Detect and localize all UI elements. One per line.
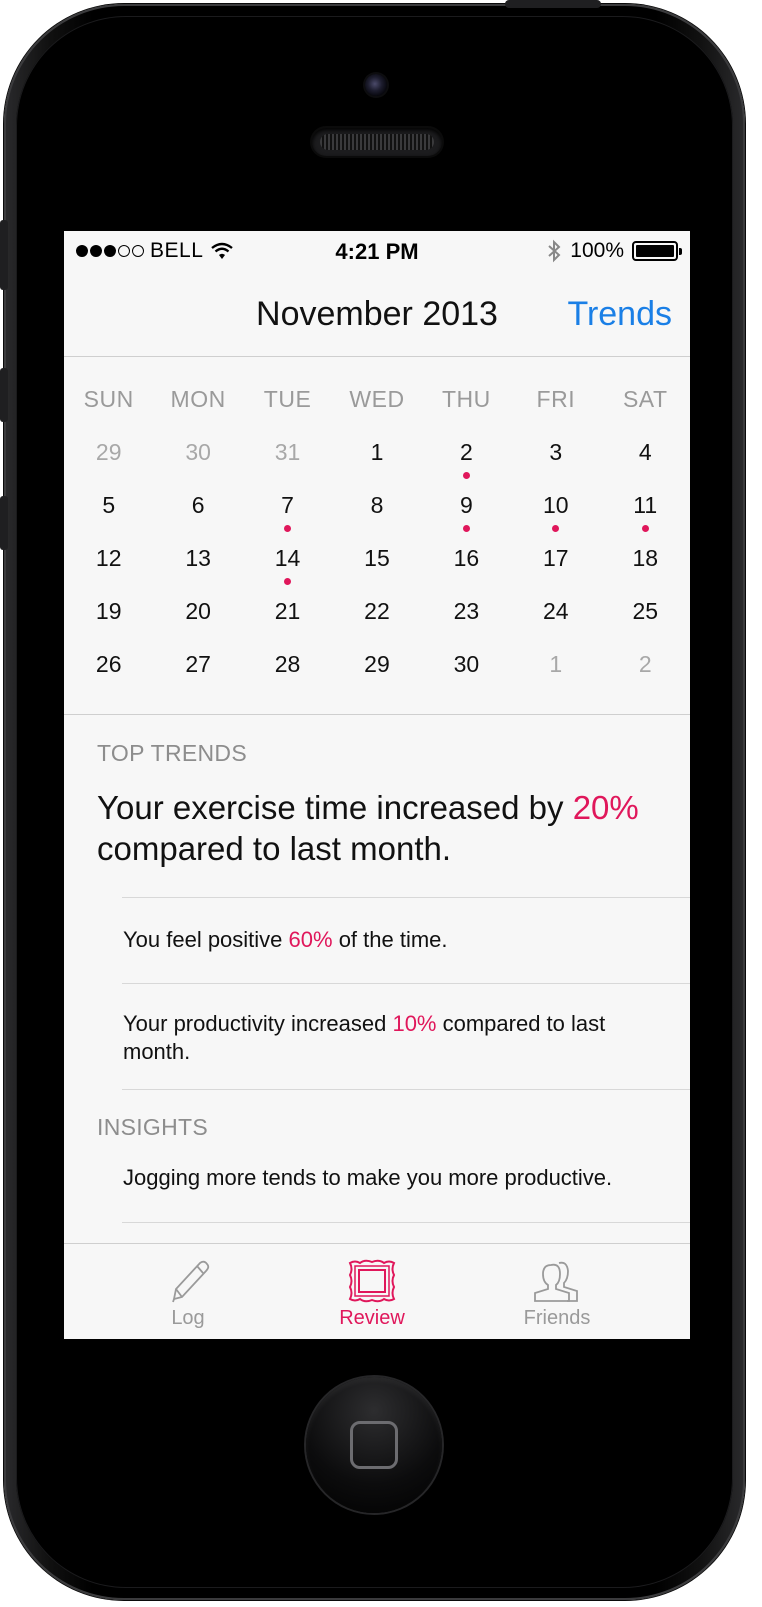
- calendar-day[interactable]: 2: [601, 651, 690, 678]
- headline-text: compared to last month.: [97, 830, 452, 867]
- trend-text: of the time.: [332, 927, 448, 952]
- tab-friends[interactable]: Friends: [482, 1244, 632, 1339]
- earpiece-speaker: [312, 128, 442, 156]
- calendar-day[interactable]: 23: [422, 598, 511, 625]
- calendar-day-with-entry[interactable]: 7: [243, 492, 332, 532]
- calendar-day[interactable]: 13: [153, 545, 242, 572]
- trends-button[interactable]: Trends: [567, 295, 672, 334]
- calendar-day[interactable]: 5: [64, 492, 153, 519]
- calendar-day[interactable]: 22: [332, 598, 421, 625]
- calendar-day[interactable]: 12: [64, 545, 153, 572]
- insights-label: INSIGHTS: [97, 1114, 209, 1140]
- calendar-day-with-entry[interactable]: 10: [511, 492, 600, 532]
- tab-review[interactable]: Review: [297, 1244, 447, 1339]
- volume-up-button: [0, 368, 8, 422]
- calendar-day[interactable]: 29: [64, 439, 153, 466]
- power-button: [505, 0, 601, 8]
- picture-frame-icon: [348, 1259, 396, 1303]
- calendar-day[interactable]: 1: [511, 651, 600, 678]
- calendar-week-row: 5 6 7 8 9 10 11: [64, 492, 690, 532]
- tab-bar: Log Review Friends: [64, 1243, 690, 1339]
- weekday-label: WED: [349, 386, 405, 412]
- nav-bar: November 2013 Trends: [64, 271, 690, 357]
- weekday-label: THU: [442, 386, 491, 412]
- calendar-day[interactable]: 21: [243, 598, 332, 625]
- trend-item[interactable]: You feel positive 60% of the time.: [123, 926, 653, 954]
- top-trends-label: TOP TRENDS: [97, 740, 247, 766]
- trend-text: You feel positive: [123, 927, 289, 952]
- calendar-day-with-entry[interactable]: 14: [243, 545, 332, 585]
- calendar-day[interactable]: 19: [64, 598, 153, 625]
- weekday-label: TUE: [263, 386, 312, 412]
- calendar-day[interactable]: 27: [153, 651, 242, 678]
- trend-value: 10%: [392, 1011, 437, 1036]
- calendar-day[interactable]: 1: [332, 439, 421, 466]
- weekday-header: SUN MON TUE WED THU FRI SAT: [64, 386, 690, 413]
- tab-label: Log: [171, 1307, 205, 1329]
- tab-label: Review: [339, 1307, 405, 1329]
- front-camera: [365, 74, 387, 96]
- weekday-label: SUN: [83, 386, 134, 412]
- divider: [122, 1089, 690, 1090]
- calendar-day[interactable]: 6: [153, 492, 242, 519]
- volume-down-button: [0, 496, 8, 550]
- insight-item[interactable]: Jogging more tends to make you more prod…: [123, 1164, 653, 1192]
- battery-icon: [632, 241, 682, 261]
- trend-text: Your productivity increased: [123, 1011, 393, 1036]
- calendar-day[interactable]: 20: [153, 598, 242, 625]
- friends-icon: [534, 1261, 578, 1302]
- calendar-day[interactable]: 24: [511, 598, 600, 625]
- divider: [122, 897, 690, 898]
- mute-switch: [0, 220, 8, 290]
- calendar-week-row: 26 27 28 29 30 1 2: [64, 651, 690, 678]
- screen: BELL 4:21 PM 100% November 2013 Trends S…: [64, 231, 690, 1339]
- calendar-week-row: 29 30 31 1 2 3 4: [64, 439, 690, 479]
- calendar-day[interactable]: 30: [422, 651, 511, 678]
- calendar-day[interactable]: 16: [422, 545, 511, 572]
- home-square-icon: [350, 1421, 398, 1469]
- trend-value: 60%: [288, 927, 333, 952]
- weekday-label: FRI: [536, 386, 576, 412]
- calendar-day-with-entry[interactable]: 9: [422, 492, 511, 532]
- calendar-day[interactable]: 28: [243, 651, 332, 678]
- pencil-icon: [172, 1260, 210, 1303]
- home-button[interactable]: [306, 1377, 442, 1513]
- calendar-day[interactable]: 18: [601, 545, 690, 572]
- calendar-day[interactable]: 26: [64, 651, 153, 678]
- calendar-day[interactable]: 3: [511, 439, 600, 466]
- bluetooth-icon: [548, 239, 561, 263]
- calendar-day[interactable]: 30: [153, 439, 242, 466]
- calendar-day[interactable]: 8: [332, 492, 421, 519]
- month-calendar: SUN MON TUE WED THU FRI SAT 29 30 31 1 2 3 4 5 6 7 8 9 10 1…: [64, 358, 690, 715]
- headline-value: 20%: [572, 789, 639, 826]
- trend-item[interactable]: Your productivity increased 10% compared…: [123, 1010, 653, 1066]
- divider: [122, 1222, 690, 1223]
- divider: [122, 983, 690, 984]
- calendar-day[interactable]: 17: [511, 545, 600, 572]
- battery-percent: 100%: [570, 239, 624, 262]
- top-trend-headline: Your exercise time increased by 20% comp…: [97, 787, 677, 869]
- calendar-day[interactable]: 25: [601, 598, 690, 625]
- calendar-day-with-entry[interactable]: 11: [601, 492, 690, 532]
- tab-label: Friends: [523, 1307, 591, 1329]
- tab-log[interactable]: Log: [113, 1244, 263, 1339]
- status-bar: BELL 4:21 PM 100%: [64, 231, 690, 271]
- headline-text: Your exercise time increased by: [97, 789, 573, 826]
- calendar-day[interactable]: 29: [332, 651, 421, 678]
- status-right: 100%: [546, 239, 682, 263]
- calendar-day[interactable]: 4: [601, 439, 690, 466]
- calendar-day[interactable]: 15: [332, 545, 421, 572]
- calendar-day-with-entry[interactable]: 2: [422, 439, 511, 479]
- calendar-week-row: 19 20 21 22 23 24 25: [64, 598, 690, 625]
- calendar-week-row: 12 13 14 15 16 17 18: [64, 545, 690, 585]
- calendar-day[interactable]: 31: [243, 439, 332, 466]
- weekday-label: MON: [170, 386, 226, 412]
- weekday-label: SAT: [622, 386, 668, 412]
